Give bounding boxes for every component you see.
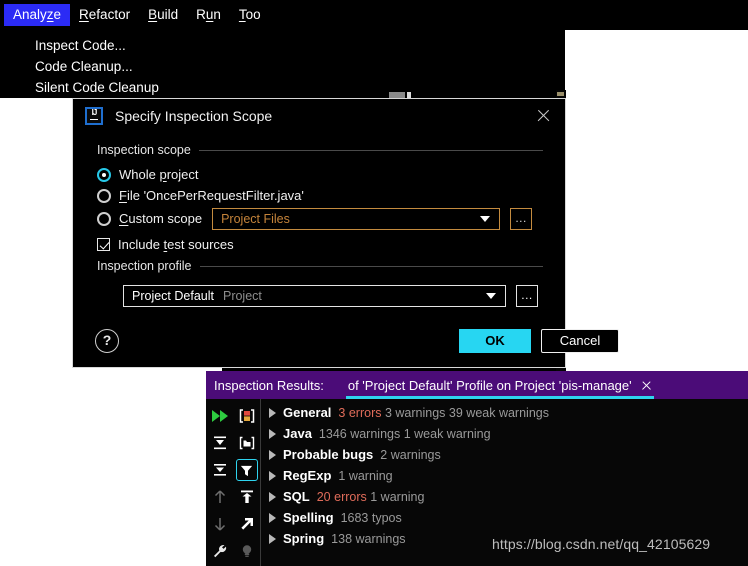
inspection-results-toolbar <box>206 399 260 566</box>
menu-option-code-cleanup[interactable]: Code Cleanup... <box>1 56 221 77</box>
radio-current-file[interactable]: File 'OncePerRequestFilter.java' <box>97 185 543 206</box>
tree-row-meta: 1 warning <box>338 468 393 483</box>
group-divider <box>199 265 543 267</box>
menu-item-analyze[interactable]: Analyze <box>4 4 71 26</box>
menu-item-build[interactable]: Build <box>139 4 187 26</box>
group-by-severity-icon[interactable] <box>236 405 258 427</box>
profile-value: Project Default <box>132 288 214 303</box>
chevron-right-icon[interactable] <box>269 428 276 439</box>
tree-row-name: RegExp <box>283 468 332 483</box>
tree-row-meta: 1683 typos <box>340 510 402 525</box>
chevron-right-icon[interactable] <box>269 512 276 523</box>
tree-row-name: Spelling <box>283 510 334 525</box>
tree-row-meta: 3 errors 3 warnings 39 weak warnings <box>338 405 549 420</box>
rerun-icon[interactable] <box>209 405 231 427</box>
group-label: Inspection scope <box>97 143 191 157</box>
cancel-button[interactable]: Cancel <box>541 329 619 353</box>
tree-row-name: General <box>283 405 332 420</box>
radio-icon <box>97 188 111 203</box>
specify-inspection-scope-dialog: Specify Inspection Scope Inspection scop… <box>72 98 619 368</box>
chevron-right-icon[interactable] <box>269 470 276 481</box>
export-icon[interactable] <box>236 486 258 508</box>
custom-scope-value: Project Files <box>221 211 290 226</box>
group-title-inspection-profile: Inspection profile <box>97 259 543 273</box>
inspection-profile-combobox[interactable]: Project Default Project <box>123 284 506 307</box>
watermark-text: https://blog.csdn.net/qq_42105629 <box>492 536 711 552</box>
group-by-directory-icon[interactable] <box>236 432 258 454</box>
tree-row-name: Spring <box>283 531 325 546</box>
close-icon[interactable] <box>533 105 555 127</box>
radio-custom-scope-row[interactable]: Custom scope Project Files ... <box>97 207 543 230</box>
chevron-right-icon[interactable] <box>269 491 276 502</box>
intellij-idea-icon <box>85 107 103 125</box>
tree-row[interactable]: Probable bugs 2 warnings <box>261 444 748 465</box>
toolbar-column-right <box>233 403 260 566</box>
previous-occurrence-icon[interactable] <box>209 486 231 508</box>
tab-title: of 'Project Default' Profile on Project … <box>347 377 632 393</box>
tree-row-name: Java <box>283 426 312 441</box>
filter-icon[interactable] <box>235 459 258 481</box>
toolbar-column-left <box>206 403 233 566</box>
help-button[interactable]: ? <box>95 329 119 353</box>
close-icon[interactable] <box>641 380 652 391</box>
inspection-results-tab[interactable]: of 'Project Default' Profile on Project … <box>345 371 654 399</box>
checkbox-icon-checked <box>97 238 110 251</box>
chevron-right-icon[interactable] <box>269 407 276 418</box>
radio-label: File 'OncePerRequestFilter.java' <box>119 188 304 203</box>
ok-button[interactable]: OK <box>459 329 531 353</box>
menu-bar: Analyze Refactor Build Run Too <box>0 0 748 30</box>
menu-item-tools[interactable]: Too <box>230 4 270 26</box>
dialog-title: Specify Inspection Scope <box>115 108 273 124</box>
radio-label: Custom scope <box>119 211 203 226</box>
tree-row-meta: 2 warnings <box>380 447 441 462</box>
tree-row[interactable]: Spelling 1683 typos <box>261 507 748 528</box>
inspection-results-label: Inspection Results: <box>214 377 324 393</box>
radio-whole-project[interactable]: Whole project <box>97 164 543 185</box>
checkbox-label: Include test sources <box>118 237 234 252</box>
tree-row-name: Probable bugs <box>283 447 374 462</box>
settings-wrench-icon[interactable] <box>209 540 231 562</box>
chevron-down-icon <box>480 215 491 222</box>
tree-row[interactable]: Java 1346 warnings 1 weak warning <box>261 423 748 444</box>
next-occurrence-icon[interactable] <box>209 513 231 535</box>
inspection-profile-group: Inspection profile Project Default Proje… <box>97 259 543 307</box>
analyze-dropdown-menu: Inspect Code... Code Cleanup... Silent C… <box>0 30 222 98</box>
menu-option-inspect-code[interactable]: Inspect Code... <box>1 35 221 56</box>
tree-row-meta: 1346 warnings 1 weak warning <box>318 426 491 441</box>
tree-row-meta: 20 errors 1 warning <box>316 489 425 504</box>
menu-item-run[interactable]: Run <box>187 4 230 26</box>
tab-active-underline <box>345 396 654 399</box>
profile-row: Project Default Project ... <box>97 284 543 307</box>
menu-item-refactor[interactable]: Refactor <box>70 4 139 26</box>
profile-suffix: Project <box>222 288 262 303</box>
tree-row[interactable]: General 3 errors 3 warnings 39 weak warn… <box>261 402 748 423</box>
group-label: Inspection profile <box>97 259 192 273</box>
profile-browse-button[interactable]: ... <box>516 284 538 307</box>
custom-scope-browse-button[interactable]: ... <box>510 207 533 230</box>
tree-row[interactable]: RegExp 1 warning <box>261 465 748 486</box>
quick-fix-bulb-icon[interactable] <box>236 540 258 562</box>
menu-option-silent-code-cleanup[interactable]: Silent Code Cleanup <box>1 77 221 98</box>
group-divider <box>198 149 543 151</box>
radio-icon-selected <box>97 167 111 182</box>
radio-label: Whole project <box>119 167 199 182</box>
chevron-right-icon[interactable] <box>269 533 276 544</box>
group-title-inspection-scope: Inspection scope <box>97 143 543 157</box>
checkbox-include-test-sources[interactable]: Include test sources <box>97 234 543 255</box>
radio-icon <box>97 211 111 226</box>
tree-row[interactable]: SQL 20 errors 1 warning <box>261 486 748 507</box>
dialog-title-bar: Specify Inspection Scope <box>73 99 565 133</box>
open-external-icon[interactable] <box>236 513 258 535</box>
expand-all-icon[interactable] <box>209 432 231 454</box>
chevron-down-icon <box>486 292 496 299</box>
tree-row-meta: 138 warnings <box>331 531 406 546</box>
collapse-all-icon[interactable] <box>209 459 231 481</box>
inspection-results-header: Inspection Results: of 'Project Default'… <box>206 371 748 399</box>
custom-scope-combobox[interactable]: Project Files <box>212 207 501 230</box>
inspection-scope-group: Inspection scope Whole project File 'Onc… <box>97 143 543 255</box>
tree-row-name: SQL <box>283 489 310 504</box>
chevron-right-icon[interactable] <box>269 449 276 460</box>
